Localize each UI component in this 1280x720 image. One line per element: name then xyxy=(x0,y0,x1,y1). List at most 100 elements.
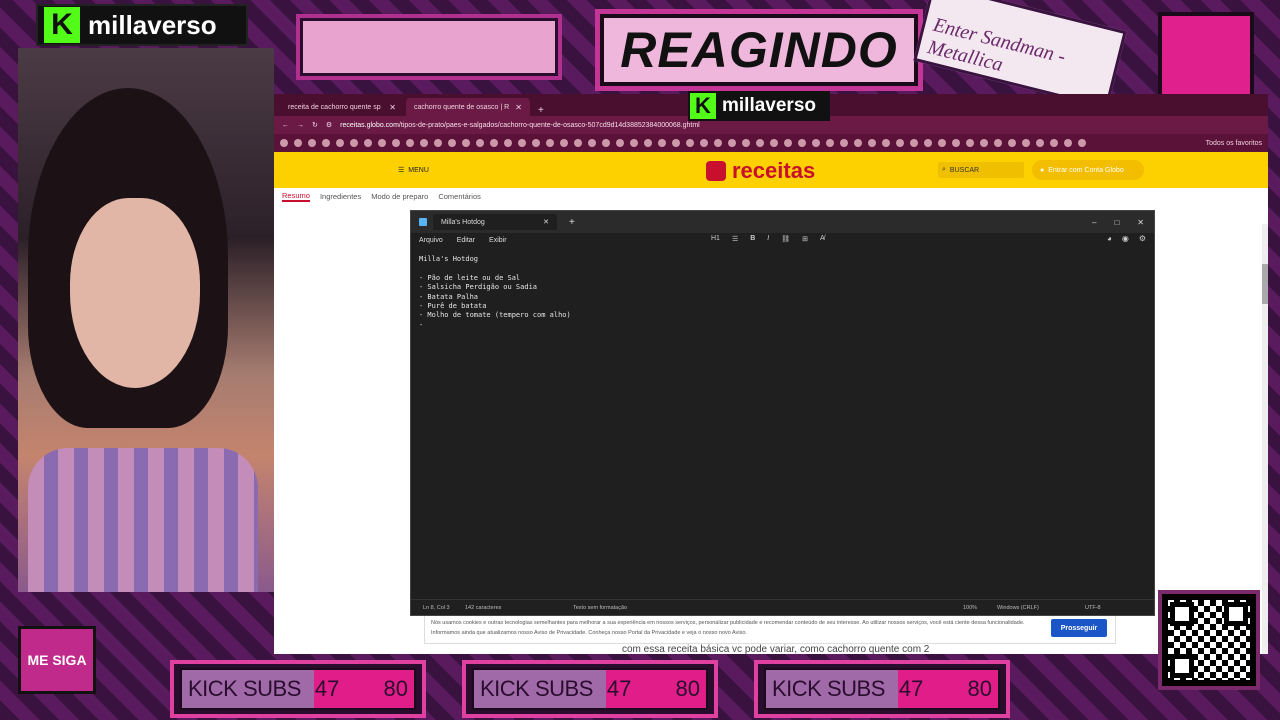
bookmark-icon[interactable] xyxy=(364,139,372,147)
bookmark-icon[interactable] xyxy=(672,139,680,147)
notepad-tab[interactable]: Milla's Hotdog ✕ xyxy=(433,214,557,230)
subnav-comentarios[interactable]: Comentários xyxy=(438,192,481,201)
bookmark-icon[interactable] xyxy=(280,139,288,147)
bookmark-icon[interactable] xyxy=(574,139,582,147)
minimize-icon[interactable]: – xyxy=(1092,218,1096,227)
bookmark-icon[interactable] xyxy=(336,139,344,147)
scrollbar-thumb[interactable] xyxy=(1262,264,1268,304)
bookmark-icon[interactable] xyxy=(952,139,960,147)
subnav-ingredientes[interactable]: Ingredientes xyxy=(320,192,361,201)
site-info-icon[interactable]: ⚙ xyxy=(326,121,332,129)
subnav-modo-preparo[interactable]: Modo de preparo xyxy=(371,192,428,201)
bookmark-icon[interactable] xyxy=(812,139,820,147)
account-icon[interactable]: ◉ xyxy=(1122,234,1129,243)
bookmark-icon[interactable] xyxy=(700,139,708,147)
bookmark-icon[interactable] xyxy=(518,139,526,147)
bookmark-icon[interactable] xyxy=(392,139,400,147)
site-logo[interactable]: receitas xyxy=(706,158,815,184)
close-tab-icon[interactable]: ✕ xyxy=(515,103,522,112)
bookmark-icon[interactable] xyxy=(924,139,932,147)
bookmark-icon[interactable] xyxy=(826,139,834,147)
all-bookmarks-link[interactable]: Todos os favoritos xyxy=(1206,140,1262,147)
page-scrollbar[interactable] xyxy=(1262,224,1268,654)
login-button[interactable]: ● Entrar com Conta Globo xyxy=(1032,160,1144,180)
bookmark-icon[interactable] xyxy=(994,139,1002,147)
bookmark-icon[interactable] xyxy=(784,139,792,147)
list-icon[interactable]: ☰ xyxy=(732,235,738,243)
notepad-editor[interactable]: Milla's Hotdog - Pão de leite ou de Sal … xyxy=(419,255,571,330)
maximize-icon[interactable]: □ xyxy=(1114,218,1119,227)
clear-format-icon[interactable]: A̸ xyxy=(820,235,825,243)
menu-exibir[interactable]: Exibir xyxy=(489,237,507,244)
prosseguir-button[interactable]: Prosseguir xyxy=(1051,619,1107,637)
close-tab-icon[interactable]: ✕ xyxy=(389,103,396,112)
bookmark-icon[interactable] xyxy=(434,139,442,147)
italic-icon[interactable]: I xyxy=(767,235,769,243)
menu-arquivo[interactable]: Arquivo xyxy=(419,237,443,244)
bookmark-icon[interactable] xyxy=(728,139,736,147)
bookmark-icon[interactable] xyxy=(616,139,624,147)
menu-editar[interactable]: Editar xyxy=(457,237,475,244)
new-tab-icon[interactable]: + xyxy=(569,217,575,228)
bookmark-icon[interactable] xyxy=(294,139,302,147)
bookmark-icon[interactable] xyxy=(476,139,484,147)
bookmark-icon[interactable] xyxy=(532,139,540,147)
bookmark-icon[interactable] xyxy=(840,139,848,147)
reload-icon[interactable]: ↻ xyxy=(312,121,318,129)
bookmark-icon[interactable] xyxy=(1078,139,1086,147)
bookmark-icon[interactable] xyxy=(448,139,456,147)
bookmark-icon[interactable] xyxy=(1064,139,1072,147)
bookmark-icon[interactable] xyxy=(308,139,316,147)
bookmark-icon[interactable] xyxy=(882,139,890,147)
new-tab-icon[interactable]: + xyxy=(532,105,550,116)
bookmark-icon[interactable] xyxy=(938,139,946,147)
bookmark-icon[interactable] xyxy=(1050,139,1058,147)
close-window-icon[interactable]: ✕ xyxy=(1137,218,1144,227)
bookmark-icon[interactable] xyxy=(378,139,386,147)
bookmark-icon[interactable] xyxy=(742,139,750,147)
bookmark-icon[interactable] xyxy=(770,139,778,147)
back-icon[interactable]: ← xyxy=(282,122,289,129)
link-icon[interactable]: ⛓ xyxy=(781,235,790,243)
subnav-resumo[interactable]: Resumo xyxy=(282,191,310,202)
search-button[interactable]: ⌕ BUSCAR xyxy=(938,162,1024,178)
bookmark-icon[interactable] xyxy=(490,139,498,147)
encoding[interactable]: UTF-8 xyxy=(1085,605,1101,611)
bookmark-icon[interactable] xyxy=(322,139,330,147)
text-format[interactable]: Texto sem formatação xyxy=(573,605,627,611)
bookmark-icon[interactable] xyxy=(406,139,414,147)
bookmark-icon[interactable] xyxy=(854,139,862,147)
browser-tab[interactable]: receita de cachorro quente sp ✕ xyxy=(280,98,404,116)
bookmark-icon[interactable] xyxy=(756,139,764,147)
bookmark-icon[interactable] xyxy=(1022,139,1030,147)
bookmark-icon[interactable] xyxy=(966,139,974,147)
bookmark-icon[interactable] xyxy=(910,139,918,147)
table-icon[interactable]: ⊞ xyxy=(802,235,808,243)
bookmark-icon[interactable] xyxy=(602,139,610,147)
bookmark-icon[interactable] xyxy=(1008,139,1016,147)
bookmark-icon[interactable] xyxy=(350,139,358,147)
url-text[interactable]: receitas.globo.com/tipos-de-prato/paes-e… xyxy=(340,122,700,129)
close-tab-icon[interactable]: ✕ xyxy=(543,218,549,226)
bookmark-icon[interactable] xyxy=(686,139,694,147)
bookmark-icon[interactable] xyxy=(644,139,652,147)
bookmark-icon[interactable] xyxy=(798,139,806,147)
bookmark-icon[interactable] xyxy=(896,139,904,147)
forward-icon[interactable]: → xyxy=(297,122,304,129)
heading-dropdown[interactable]: H1 xyxy=(711,235,720,243)
bookmark-icon[interactable] xyxy=(658,139,666,147)
menu-button[interactable]: ☰ MENU xyxy=(398,166,429,175)
line-ending[interactable]: Windows (CRLF) xyxy=(997,605,1039,611)
bold-icon[interactable]: B xyxy=(750,235,755,243)
bookmark-icon[interactable] xyxy=(420,139,428,147)
bookmark-icon[interactable] xyxy=(868,139,876,147)
bookmark-icon[interactable] xyxy=(630,139,638,147)
copilot-icon[interactable]: ◕ xyxy=(1107,234,1112,243)
bookmark-icon[interactable] xyxy=(462,139,470,147)
bookmark-icon[interactable] xyxy=(504,139,512,147)
bookmark-icon[interactable] xyxy=(1036,139,1044,147)
bookmark-icon[interactable] xyxy=(588,139,596,147)
zoom-level[interactable]: 100% xyxy=(963,605,977,611)
bookmark-icon[interactable] xyxy=(546,139,554,147)
settings-icon[interactable]: ⚙ xyxy=(1139,234,1146,243)
